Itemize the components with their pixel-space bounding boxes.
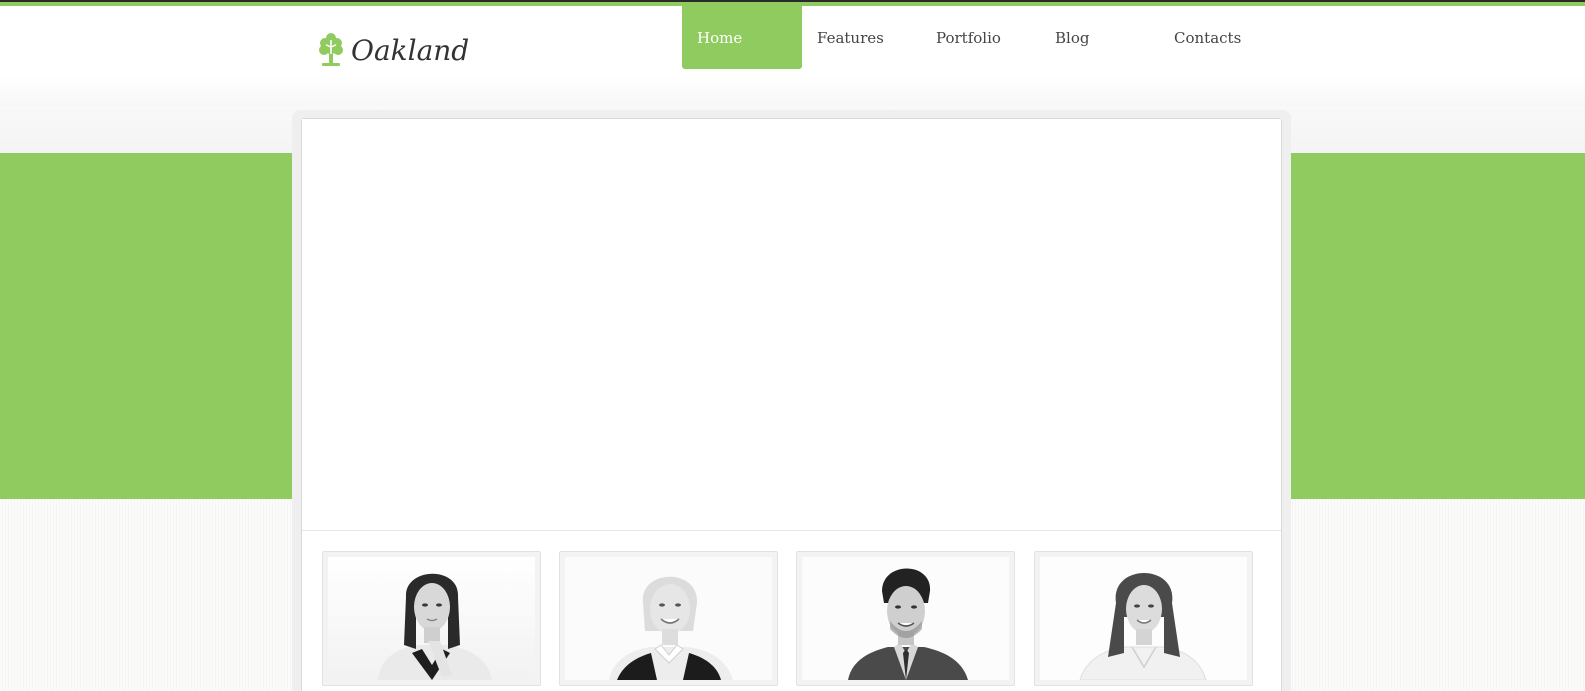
team-card[interactable] <box>796 551 1015 686</box>
tree-icon <box>318 32 344 68</box>
woman-blonde-portrait <box>565 557 772 680</box>
hero-slider[interactable] <box>302 119 1281 530</box>
team-card[interactable] <box>559 551 778 686</box>
logo-text: Oakland <box>351 33 470 67</box>
nav-item-features[interactable]: Features <box>802 6 921 69</box>
team-card[interactable] <box>1034 551 1253 686</box>
nav-item-blog[interactable]: Blog <box>1040 6 1159 69</box>
team-card[interactable] <box>322 551 541 686</box>
main-nav: Home Features Portfolio Blog Contacts <box>682 6 1269 69</box>
panel-divider <box>302 530 1281 531</box>
nav-item-home[interactable]: Home <box>682 6 802 69</box>
woman-long-hair-portrait <box>1040 557 1247 680</box>
nav-item-portfolio[interactable]: Portfolio <box>921 6 1040 69</box>
woman-dark-hair-portrait <box>328 557 535 680</box>
man-suit-portrait <box>802 557 1009 680</box>
site-logo[interactable]: Oakland <box>318 30 469 70</box>
nav-item-contacts[interactable]: Contacts <box>1159 6 1269 69</box>
content-panel <box>301 118 1282 691</box>
page: Oakland Home Features Portfolio Blog Con… <box>0 0 1585 691</box>
